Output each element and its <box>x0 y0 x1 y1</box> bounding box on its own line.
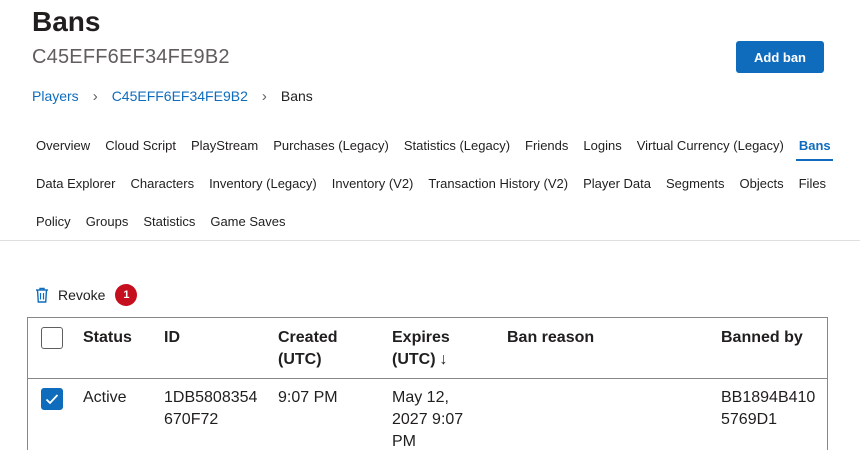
bans-page: Bans C45EFF6EF34FE9B2 Add ban Players › … <box>0 0 860 450</box>
column-header-ban-reason[interactable]: Ban reason <box>507 327 594 349</box>
cell-expires: May 12, 2027 9:07 PM <box>392 387 463 450</box>
tab-bans[interactable]: Bans <box>791 126 838 164</box>
tab-row: Policy Groups Statistics Game Saves <box>28 202 828 240</box>
tab-game-saves[interactable]: Game Saves <box>202 202 292 240</box>
add-ban-button[interactable]: Add ban <box>736 41 824 73</box>
tab-purchases-legacy[interactable]: Purchases (Legacy) <box>265 126 396 164</box>
column-header-created-unit: (UTC) <box>278 351 322 368</box>
tab-logins[interactable]: Logins <box>575 126 628 164</box>
chevron-right-icon: › <box>92 87 98 105</box>
cell-id-line: 1DB5808354 <box>164 389 258 406</box>
tab-friends[interactable]: Friends <box>517 126 575 164</box>
tab-statistics-legacy[interactable]: Statistics (Legacy) <box>396 126 517 164</box>
revoke-label: Revoke <box>58 287 106 303</box>
cell-id-line: 670F72 <box>164 411 219 428</box>
checkmark-icon <box>45 394 59 405</box>
tab-playstream[interactable]: PlayStream <box>183 126 265 164</box>
table-row[interactable]: Active 1DB5808354 670F72 9:07 PM May 12,… <box>28 379 827 450</box>
tab-row: Data Explorer Characters Inventory (Lega… <box>28 164 828 202</box>
tab-virtual-currency-legacy[interactable]: Virtual Currency (Legacy) <box>629 126 791 164</box>
cell-banned-by: BB1894B410 5769D1 <box>721 387 815 431</box>
tab-transaction-history-v2[interactable]: Transaction History (V2) <box>420 164 575 202</box>
tab-objects[interactable]: Objects <box>732 164 791 202</box>
tab-groups[interactable]: Groups <box>78 202 136 240</box>
tab-overview[interactable]: Overview <box>28 126 97 164</box>
column-header-expires[interactable]: Expires (UTC) ↓ <box>392 327 482 371</box>
cell-expires-line: 2027 9:07 <box>392 411 464 428</box>
cell-id: 1DB5808354 670F72 <box>164 387 257 431</box>
tab-segments[interactable]: Segments <box>658 164 732 202</box>
tab-inventory-legacy[interactable]: Inventory (Legacy) <box>201 164 324 202</box>
column-header-expires-unit: (UTC) <box>392 351 436 368</box>
cell-banned-by-line: BB1894B410 <box>721 389 816 406</box>
player-tabs: Overview Cloud Script PlayStream Purchas… <box>28 126 833 240</box>
row-checkbox[interactable] <box>41 388 63 410</box>
column-header-created-label: Created <box>278 329 338 346</box>
chevron-right-icon: › <box>261 87 267 105</box>
tab-characters[interactable]: Characters <box>122 164 201 202</box>
tab-row: Overview Cloud Script PlayStream Purchas… <box>28 126 833 164</box>
page-title: Bans <box>32 6 101 37</box>
column-header-banned-by[interactable]: Banned by <box>721 327 803 349</box>
column-header-expires-label: Expires <box>392 329 450 346</box>
tab-data-explorer[interactable]: Data Explorer <box>28 164 122 202</box>
cell-expires-line: May 12, <box>392 389 449 406</box>
breadcrumb-link-player[interactable]: C45EFF6EF34FE9B2 <box>112 88 248 104</box>
tab-player-data[interactable]: Player Data <box>575 164 658 202</box>
tab-inventory-v2[interactable]: Inventory (V2) <box>324 164 421 202</box>
table-header: Status ID Created (UTC) Expires (UTC) ↓ B… <box>28 318 827 379</box>
cell-banned-by-line: 5769D1 <box>721 411 778 428</box>
column-header-status[interactable]: Status <box>83 327 132 349</box>
breadcrumb-current: Bans <box>280 88 313 104</box>
revoke-button[interactable]: Revoke 1 <box>34 284 138 306</box>
selected-count-badge: 1 <box>115 284 138 306</box>
breadcrumb-link-players[interactable]: Players <box>32 88 79 104</box>
tab-cloud-script[interactable]: Cloud Script <box>97 126 183 164</box>
column-header-id[interactable]: ID <box>164 327 180 349</box>
sort-descending-icon: ↓ <box>439 351 448 368</box>
tab-files[interactable]: Files <box>791 164 833 202</box>
bans-table: Status ID Created (UTC) Expires (UTC) ↓ B… <box>27 317 828 450</box>
tab-statistics[interactable]: Statistics <box>135 202 202 240</box>
cell-expires-line: PM <box>392 433 416 450</box>
cell-status: Active <box>83 389 127 406</box>
tab-policy[interactable]: Policy <box>28 202 78 240</box>
column-header-created[interactable]: Created (UTC) <box>278 327 368 371</box>
breadcrumb: Players › C45EFF6EF34FE9B2 › Bans <box>32 86 313 106</box>
select-all-checkbox[interactable] <box>41 327 63 349</box>
divider <box>0 240 860 241</box>
cell-created: 9:07 PM <box>278 389 338 406</box>
trash-icon <box>36 287 48 303</box>
player-id-subtitle: C45EFF6EF34FE9B2 <box>32 46 230 68</box>
